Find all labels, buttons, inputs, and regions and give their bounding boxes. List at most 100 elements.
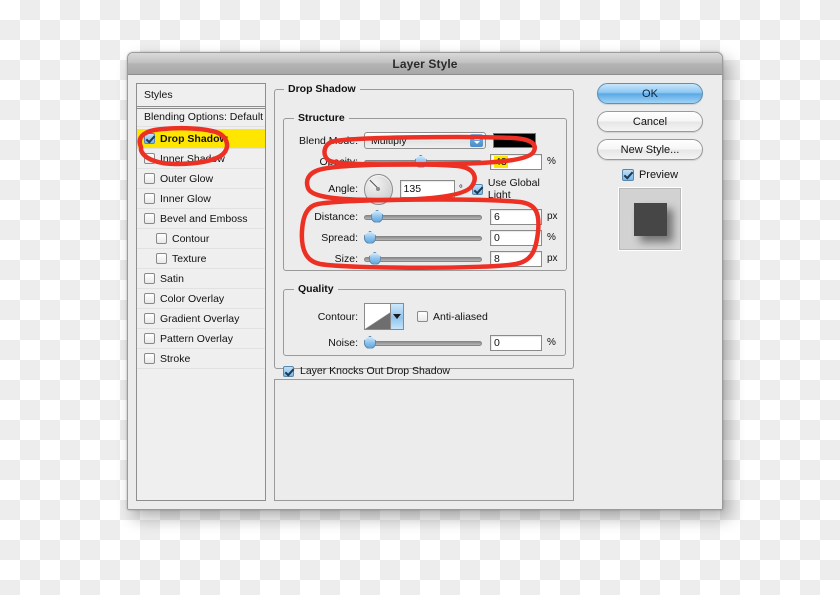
use-global-light-checkbox[interactable]: Use Global Light [471,177,558,201]
slider-thumb[interactable] [364,230,376,244]
slider-thumb[interactable] [364,335,376,349]
spread-label: Spread: [321,231,358,244]
distance-unit: px [547,211,558,222]
drop-shadow-group: Drop Shadow Structure Blend Mode: Multip… [274,83,574,377]
ok-button[interactable]: OK [597,83,703,104]
layer-knocks-out-checkbox[interactable]: Layer Knocks Out Drop Shadow [283,365,450,377]
sidebar-item-texture[interactable]: Texture [137,249,265,269]
checkbox-icon [417,311,428,322]
spread-field[interactable]: 0 [490,229,542,246]
checkbox-icon[interactable] [144,173,155,184]
sidebar-item-label: Pattern Overlay [160,332,233,345]
angle-dial[interactable] [364,173,393,205]
blend-mode-select[interactable]: Multiply [364,132,486,149]
sidebar-item-label: Inner Shadow [160,152,225,165]
new-style-button[interactable]: New Style... [597,139,703,160]
dialog-body: Styles Blending Options: Default Drop Sh… [128,75,722,509]
anti-aliased-checkbox[interactable]: Anti-aliased [417,311,488,323]
preview-swatch-square [633,202,667,236]
size-field[interactable]: 8 [490,250,542,267]
checkbox-icon[interactable] [144,193,155,204]
sidebar-item-stroke[interactable]: Stroke [137,349,265,369]
checkbox-icon[interactable] [144,333,155,344]
checkbox-icon[interactable] [144,153,155,164]
checkbox-icon[interactable] [144,133,155,144]
styles-list: Drop Shadow Inner Shadow Outer Glow Inner G… [137,127,265,369]
checkbox-icon [283,365,294,377]
chevron-down-icon [390,304,403,329]
noise-unit: % [547,337,556,348]
sidebar-item-contour[interactable]: Contour [137,229,265,249]
distance-slider[interactable] [364,209,482,224]
styles-panel-header[interactable]: Styles [137,84,265,107]
sidebar-item-gradient-overlay[interactable]: Gradient Overlay [137,309,265,329]
slider-track [364,340,482,346]
noise-label: Noise: [328,336,358,349]
noise-slider[interactable] [364,335,482,350]
sidebar-item-inner-shadow[interactable]: Inner Shadow [137,149,265,169]
sidebar-item-inner-glow[interactable]: Inner Glow [137,189,265,209]
sidebar-item-label: Texture [172,252,207,265]
slider-thumb[interactable] [368,251,381,265]
spread-value: 0 [494,231,500,244]
noise-value: 0 [494,336,500,349]
slider-thumb[interactable] [371,209,384,223]
slider-thumb[interactable] [414,154,427,168]
layer-style-dialog: Layer Style Styles Blending Options: Def… [127,52,723,510]
dialog-titlebar: Layer Style [128,53,722,75]
shadow-color-swatch[interactable] [493,133,536,148]
noise-field[interactable]: 0 [490,334,542,351]
contour-preset-picker[interactable] [364,303,404,330]
sidebar-item-satin[interactable]: Satin [137,269,265,289]
sidebar-item-color-overlay[interactable]: Color Overlay [137,289,265,309]
preview-label: Preview [638,169,679,181]
contour-label: Contour: [317,310,358,323]
opacity-field[interactable]: 43 [490,153,542,170]
angle-field[interactable]: 135 [399,180,455,198]
distance-field[interactable]: 6 [490,208,542,225]
checkbox-icon [471,183,483,195]
sidebar-item-label: Color Overlay [160,292,225,305]
sidebar-item-drop-shadow[interactable]: Drop Shadow [137,129,265,149]
size-slider[interactable] [364,251,482,266]
sidebar-item-pattern-overlay[interactable]: Pattern Overlay [137,329,265,349]
drop-shadow-panel: Drop Shadow Structure Blend Mode: Multip… [274,83,574,501]
checkbox-icon[interactable] [144,293,155,304]
angle-row: Angle: 135 ° Use Global Light [292,172,558,206]
sidebar-item-outer-glow[interactable]: Outer Glow [137,169,265,189]
use-global-light-label: Use Global Light [487,177,540,201]
styles-header-label: Styles [144,89,173,101]
angle-value: 135 [403,183,422,195]
sidebar-item-label: Drop Shadow [160,132,228,145]
size-unit: px [547,253,558,264]
quality-group-title: Quality [298,283,334,295]
checkbox-icon[interactable] [144,313,155,324]
contour-row: Contour: Anti-aliased [292,301,557,332]
opacity-row: Opacity: 43 % [292,151,558,172]
ok-button-label: OK [642,87,658,100]
blend-mode-row: Blend Mode: Multiply [292,130,558,151]
distance-value: 6 [494,210,500,223]
spread-unit: % [547,232,556,243]
checkbox-icon[interactable] [156,233,167,244]
spread-slider[interactable] [364,230,482,245]
checkbox-icon[interactable] [156,253,167,264]
size-label: Size: [334,252,358,265]
sidebar-item-label: Bevel and Emboss [160,212,248,225]
cancel-button-label: Cancel [632,115,668,128]
angle-label: Angle: [328,183,358,195]
checkbox-icon[interactable] [144,213,155,224]
checkbox-icon[interactable] [144,273,155,284]
opacity-unit: % [547,156,556,167]
blend-mode-label: Blend Mode: [299,134,358,147]
opacity-slider[interactable] [364,154,482,169]
preview-checkbox[interactable]: Preview [621,169,679,181]
new-style-button-label: New Style... [620,143,680,156]
cancel-button[interactable]: Cancel [597,111,703,132]
blending-options-label: Blending Options: Default [144,110,264,123]
sidebar-item-blending-options[interactable]: Blending Options: Default [137,107,265,127]
checkbox-icon[interactable] [144,353,155,364]
size-row: Size: 8 px [292,248,558,269]
sidebar-item-bevel-and-emboss[interactable]: Bevel and Emboss [137,209,265,229]
spread-row: Spread: 0 % [292,227,558,248]
